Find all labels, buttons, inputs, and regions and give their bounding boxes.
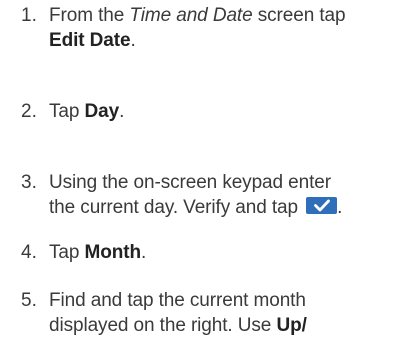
step-number: 5. xyxy=(21,290,37,311)
step-text-segment: . xyxy=(119,101,125,122)
step-text-segment: Find and tap the current month xyxy=(49,290,306,311)
checkmark-icon xyxy=(306,197,338,214)
step-number: 3. xyxy=(21,172,37,193)
step-text-segment: From the xyxy=(49,5,130,26)
ui-term-month: Month xyxy=(84,242,142,263)
step-text-segment: . xyxy=(130,30,136,51)
step-text: Using the on-screen keypad enter the cur… xyxy=(49,170,419,220)
ui-term-up: Up/ xyxy=(276,315,307,336)
step-number: 4. xyxy=(21,242,37,263)
step-text-segment: screen tap xyxy=(252,5,346,26)
screen-name: Time and Date xyxy=(129,5,253,26)
step-text: From the Time and Date screen tap Edit D… xyxy=(49,3,419,53)
step-text-segment: Using the on-screen keypad enter xyxy=(49,172,331,193)
step-text: Tap Day. xyxy=(49,99,419,124)
step-text-segment: the current day. Verify and tap xyxy=(49,197,304,218)
step-number: 2. xyxy=(21,101,37,122)
ui-term-day: Day xyxy=(84,101,120,122)
step-text-segment: Tap xyxy=(49,101,85,122)
ui-term-edit-date: Edit Date xyxy=(49,30,131,51)
step-text-segment: . xyxy=(141,242,147,263)
step-number: 1. xyxy=(21,5,37,26)
step-text: Tap Month. xyxy=(49,240,419,265)
step-text: Find and tap the current month displayed… xyxy=(49,288,419,338)
step-text-segment: displayed on the right. Use xyxy=(49,315,277,336)
step-text-segment: Tap xyxy=(49,242,85,263)
step-text-segment: . xyxy=(337,197,343,218)
